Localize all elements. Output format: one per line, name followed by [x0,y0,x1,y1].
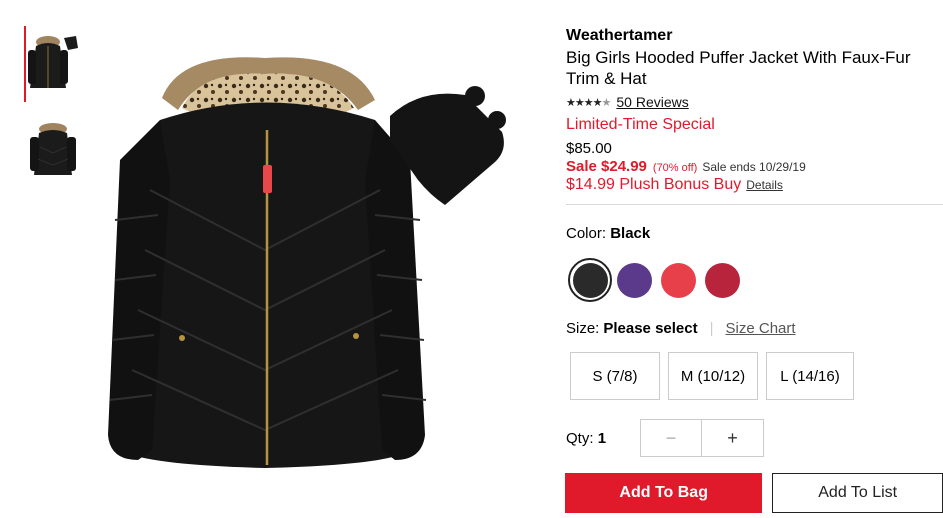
thumbnail-back[interactable] [24,111,82,187]
sale-ends: Sale ends 10/29/19 [702,160,806,174]
original-price: $85.00 [566,140,612,157]
star-icon: ★ [566,96,576,109]
brand-name[interactable]: Weathertamer [566,26,943,46]
plus-icon[interactable]: + [702,420,763,456]
add-to-bag-button[interactable]: Add To Bag [565,473,763,513]
minus-icon[interactable]: − [641,420,702,456]
star-icon: ★ [592,96,603,109]
swatch-red[interactable] [656,258,700,302]
star-icon: ★ [601,96,612,109]
rating-row: ★★★★★ 50 Reviews [566,94,943,110]
product-info-panel: Weathertamer Big Girls Hooded Puffer Jac… [565,26,943,513]
qty-value: 1 [597,429,607,447]
size-options: S (7/8) M (10/12) L (14/16) [570,352,943,400]
swatch-dark-red[interactable] [700,258,744,302]
divider [566,204,943,205]
product-main-image[interactable] [90,40,520,510]
promo-label: Limited-Time Special [566,116,715,133]
reviews-link[interactable]: 50 Reviews [616,94,688,110]
size-option-s[interactable]: S (7/8) [570,352,660,400]
size-option-l[interactable]: L (14/16) [766,352,854,400]
size-selected: Please select [603,320,698,337]
thumbnail-front[interactable] [24,26,82,102]
qty-label: Qty: 1 [566,429,607,447]
size-row: Size: Please select | Size Chart [566,320,943,337]
jacket-thumbnail-front-image [28,36,78,88]
quantity-row: Qty: 1 − + [566,419,943,457]
sale-percent: (70% off) [652,162,698,174]
add-to-list-button[interactable]: Add To List [772,473,943,513]
sale-price-row: Sale $24.99 (70% off) Sale ends 10/29/19 [566,158,943,175]
star-rating: ★★★★★ [566,96,612,109]
quantity-stepper: − + [640,419,764,457]
selected-color: Black [610,225,651,242]
swatch-color [660,262,696,298]
size-label: Size: [566,320,600,337]
swatch-black[interactable] [568,258,612,302]
size-chart-link[interactable]: Size Chart [726,320,796,337]
thumbnail-list [24,26,84,196]
bonus-offer: $14.99 Plush Bonus Buy [566,176,742,193]
sale-price: Sale $24.99 [566,158,647,175]
color-swatches [568,258,943,302]
size-option-m[interactable]: M (10/12) [668,352,758,400]
color-label: Color: Black [566,225,651,242]
action-buttons: Add To Bag Add To List [565,473,943,513]
swatch-color [616,262,652,298]
swatch-color [704,262,740,298]
swatch-color [572,262,608,298]
jacket-thumbnail-back-image [30,123,76,175]
star-icon: ★ [583,96,594,109]
bonus-row: $14.99 Plush Bonus Buy Details [566,176,943,194]
swatch-purple[interactable] [612,258,656,302]
separator: | [709,320,714,337]
product-title: Big Girls Hooded Puffer Jacket With Faux… [566,48,911,88]
details-link[interactable]: Details [746,178,783,192]
star-icon: ★ [574,96,585,109]
jacket-illustration [108,57,506,468]
